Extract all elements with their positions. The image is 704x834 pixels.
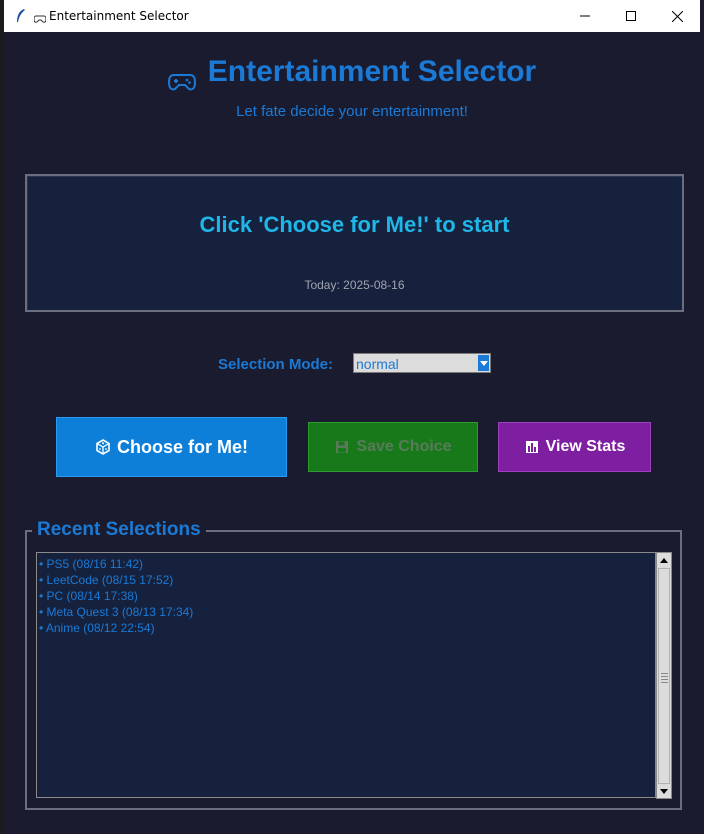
minimize-button[interactable]	[562, 0, 608, 32]
title-text: Entertainment Selector	[207, 55, 537, 88]
grip-icon	[661, 673, 668, 685]
bar-chart-icon	[524, 439, 540, 455]
minimize-icon	[580, 15, 590, 17]
chevron-up-icon	[660, 557, 668, 563]
list-item[interactable]: • PC (08/14 17:38)	[39, 588, 655, 604]
list-scrollbar[interactable]	[656, 552, 672, 799]
list-item[interactable]: • LeetCode (08/15 17:52)	[39, 572, 655, 588]
chevron-down-icon	[660, 788, 668, 794]
view-stats-button[interactable]: View Stats	[498, 422, 651, 472]
dropdown-arrow-button[interactable]	[478, 355, 489, 371]
scroll-down-button[interactable]	[657, 784, 671, 798]
list-item[interactable]: • Meta Quest 3 (08/13 17:34)	[39, 604, 655, 620]
window-controls	[562, 0, 700, 32]
selection-mode-dropdown[interactable]: normal	[353, 353, 491, 373]
result-panel: Click 'Choose for Me!' to start Today: 2…	[25, 174, 684, 312]
subtitle: Let fate decide your entertainment!	[236, 103, 468, 120]
save-button-label: Save Choice	[356, 438, 452, 455]
selection-mode-value: normal	[356, 356, 399, 372]
maximize-icon	[626, 11, 636, 21]
stats-button-label: View Stats	[545, 438, 626, 455]
page-title: Entertainment Selector	[4, 55, 700, 91]
list-item[interactable]: • PS5 (08/16 11:42)	[39, 556, 655, 572]
dice-icon	[95, 439, 111, 455]
close-button[interactable]	[654, 0, 700, 32]
choose-button-label: Choose for Me!	[116, 436, 248, 457]
window-title: Entertainment Selector	[49, 9, 189, 23]
app-window: Entertainment Selector Entertainment Sel…	[4, 0, 704, 834]
chevron-down-icon	[479, 360, 488, 366]
selection-mode-label: Selection Mode:	[218, 356, 334, 373]
recent-selections-title: Recent Selections	[32, 519, 206, 541]
close-icon	[671, 10, 683, 22]
scroll-thumb[interactable]	[658, 568, 670, 784]
result-message: Click 'Choose for Me!' to start	[199, 212, 510, 237]
list-item[interactable]: • Anime (08/12 22:54)	[39, 620, 655, 636]
maximize-button[interactable]	[608, 0, 654, 32]
save-choice-button[interactable]: Save Choice	[308, 422, 478, 472]
recent-selections-list[interactable]: • PS5 (08/16 11:42) • LeetCode (08/15 17…	[36, 552, 656, 798]
title-bar[interactable]: Entertainment Selector	[4, 0, 700, 32]
floppy-disk-icon	[334, 439, 350, 455]
gamepad-icon	[33, 11, 47, 23]
scroll-up-button[interactable]	[657, 553, 671, 567]
choose-for-me-button[interactable]: Choose for Me!	[56, 417, 287, 477]
gamepad-icon	[167, 66, 196, 91]
today-date: Today: 2025-08-16	[304, 278, 405, 292]
feather-icon	[14, 9, 28, 23]
